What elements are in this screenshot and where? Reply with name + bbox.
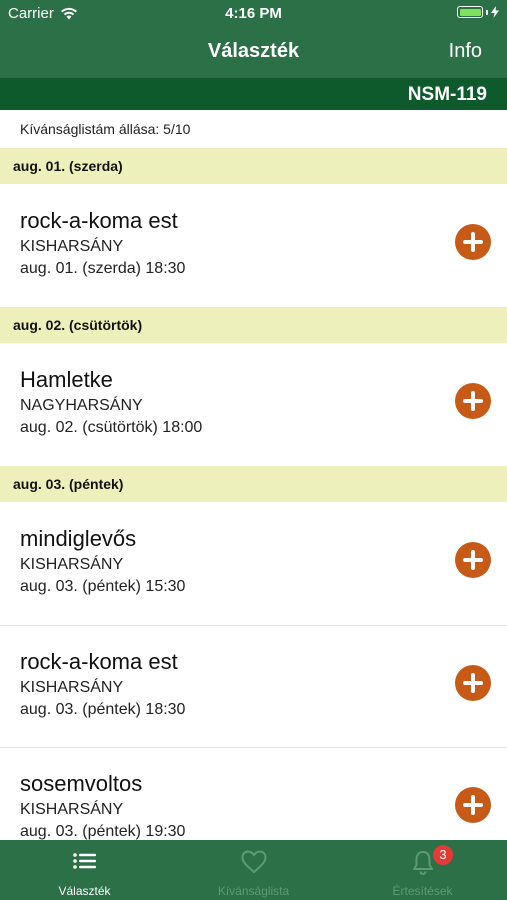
- event-location: NAGYHARSÁNY: [20, 397, 143, 414]
- add-to-wishlist-button[interactable]: [455, 383, 491, 419]
- date-section-header: aug. 02. (csütörtök): [0, 307, 507, 343]
- tab-notifications[interactable]: 3 Értesítések: [338, 840, 507, 900]
- user-code: NSM-119: [407, 84, 487, 105]
- event-title: mindiglevős: [20, 526, 137, 551]
- tab-label: Választék: [58, 884, 111, 898]
- status-bar: Carrier 4:16 PM: [0, 0, 507, 26]
- info-button[interactable]: Info: [449, 40, 482, 63]
- event-title: rock-a-koma est: [20, 649, 178, 674]
- add-to-wishlist-button[interactable]: [455, 787, 491, 823]
- tab-selection[interactable]: Választék: [0, 840, 169, 900]
- add-to-wishlist-button[interactable]: [455, 665, 491, 701]
- notification-badge: 3: [433, 845, 453, 865]
- tab-label: Értesítések: [392, 884, 453, 898]
- charging-bolt-icon: [491, 6, 499, 18]
- event-row[interactable]: Hamletke NAGYHARSÁNY aug. 02. (csütörtök…: [0, 343, 507, 465]
- event-title: sosemvoltos: [20, 771, 143, 796]
- event-row[interactable]: rock-a-koma est KISHARSÁNY aug. 01. (sze…: [0, 184, 507, 306]
- battery-indicator: [457, 6, 499, 18]
- page-title: Választék: [207, 40, 300, 62]
- bell-icon: [412, 851, 433, 875]
- battery-icon: [457, 6, 483, 18]
- clock: 4:16 PM: [225, 5, 282, 22]
- event-location: KISHARSÁNY: [20, 801, 124, 818]
- date-section-header: aug. 03. (péntek): [0, 466, 507, 502]
- user-code-bar: NSM-119: [0, 78, 507, 110]
- event-location: KISHARSÁNY: [20, 238, 124, 255]
- event-datetime: aug. 03. (péntek) 19:30: [20, 823, 186, 840]
- event-title: Hamletke: [20, 367, 113, 392]
- tab-label: Kívánságlista: [217, 884, 290, 898]
- add-to-wishlist-button[interactable]: [455, 224, 491, 260]
- tab-bar: Választék Kívánságlista 3 Értesítések: [0, 840, 507, 900]
- event-location: KISHARSÁNY: [20, 679, 124, 696]
- navigation-bar: Választék Info: [0, 26, 507, 78]
- event-row[interactable]: rock-a-koma est KISHARSÁNY aug. 03. (pén…: [0, 625, 507, 747]
- add-to-wishlist-button[interactable]: [455, 542, 491, 578]
- event-row[interactable]: mindiglevős KISHARSÁNY aug. 03. (péntek)…: [0, 502, 507, 624]
- tab-wishlist[interactable]: Kívánságlista: [169, 840, 338, 900]
- event-row[interactable]: sosemvoltos KISHARSÁNY aug. 03. (péntek)…: [0, 747, 507, 840]
- heart-icon: [240, 850, 267, 874]
- event-datetime: aug. 03. (péntek) 18:30: [20, 701, 186, 718]
- event-datetime: aug. 01. (szerda) 18:30: [20, 260, 186, 277]
- event-title: rock-a-koma est: [20, 208, 178, 233]
- date-section-header: aug. 01. (szerda): [0, 148, 507, 184]
- list-icon: [72, 853, 96, 869]
- event-datetime: aug. 02. (csütörtök) 18:00: [20, 419, 203, 436]
- event-datetime: aug. 03. (péntek) 15:30: [20, 578, 186, 595]
- event-location: KISHARSÁNY: [20, 556, 124, 573]
- wishlist-status: Kívánságlistám állása: 5/10: [20, 121, 191, 137]
